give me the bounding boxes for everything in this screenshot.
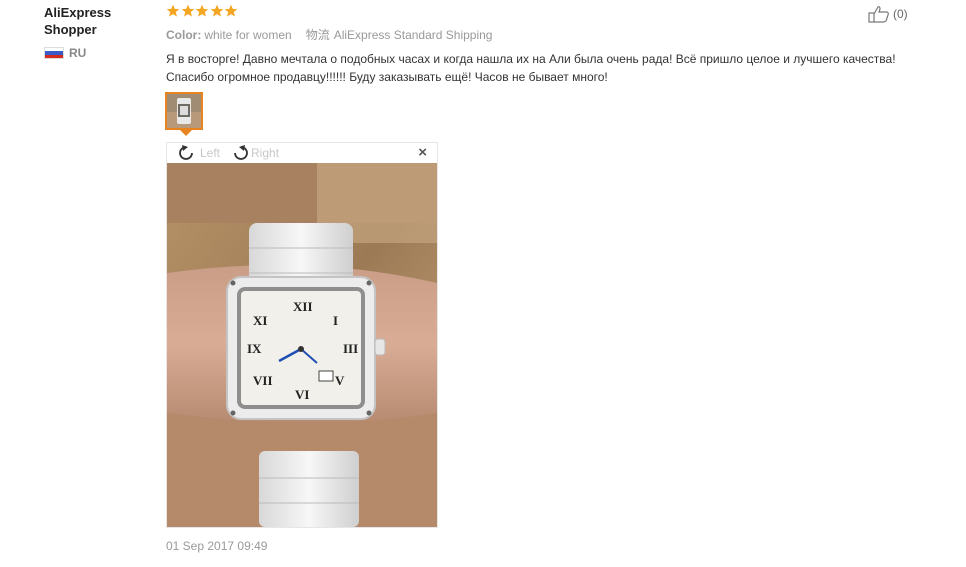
svg-text:XII: XII — [293, 299, 313, 314]
rotate-right-icon — [234, 145, 248, 160]
watch-photo-image: XII I III V VI VII IX XI — [167, 163, 437, 527]
color-label: Color: — [166, 27, 202, 42]
svg-text:IX: IX — [247, 341, 262, 356]
reviewer-name: AliExpress Shopper — [44, 5, 112, 37]
svg-text:III: III — [343, 341, 358, 356]
shipping-method: AliExpress Standard Shipping — [333, 27, 493, 42]
russia-flag-icon — [44, 47, 64, 59]
rotate-right-button[interactable]: Right — [228, 144, 279, 162]
svg-text:VI: VI — [295, 387, 309, 402]
rotate-left-label: Left — [200, 146, 221, 160]
review-photo-thumbnail[interactable] — [165, 92, 203, 130]
svg-text:V: V — [335, 373, 345, 388]
watch-thumbnail-image — [167, 94, 201, 128]
thumbs-up-icon — [868, 6, 889, 23]
review-text: Я в восторге! Давно мечтала о подобных ч… — [166, 52, 896, 84]
thumbnail-pointer — [180, 130, 192, 136]
rotate-left-button[interactable]: Left — [177, 144, 220, 162]
review-date: 01 Sep 2017 09:49 — [166, 539, 268, 553]
star-icon — [181, 4, 194, 17]
svg-text:XI: XI — [253, 313, 267, 328]
reviewer-country: RU — [44, 46, 154, 60]
review-photo: XII I III V VI VII IX XI — [167, 163, 437, 527]
star-icon — [166, 4, 180, 17]
reviewer-info: AliExpress Shopper RU — [44, 4, 154, 60]
star-icon — [224, 4, 238, 17]
star-rating — [166, 4, 239, 18]
star-icon — [195, 4, 209, 17]
photo-viewer: Left Right × XII I III V VI VII IX XI — [166, 142, 438, 528]
star-icon — [210, 4, 223, 17]
helpful-count: (0) — [893, 7, 908, 21]
svg-text:VII: VII — [253, 373, 273, 388]
viewer-toolbar: Left Right × — [167, 143, 437, 163]
close-viewer-button[interactable]: × — [418, 145, 427, 161]
svg-text:I: I — [333, 313, 338, 328]
rotate-left-icon — [179, 145, 193, 160]
shipping-icon: 物流 — [305, 28, 330, 42]
color-value: white for women — [204, 27, 292, 42]
rotate-right-label: Right — [251, 146, 280, 160]
country-code: RU — [69, 46, 87, 60]
order-meta: Color: white for women 物流 AliExpress Sta… — [166, 26, 492, 43]
helpful-button[interactable]: (0) — [868, 5, 908, 23]
